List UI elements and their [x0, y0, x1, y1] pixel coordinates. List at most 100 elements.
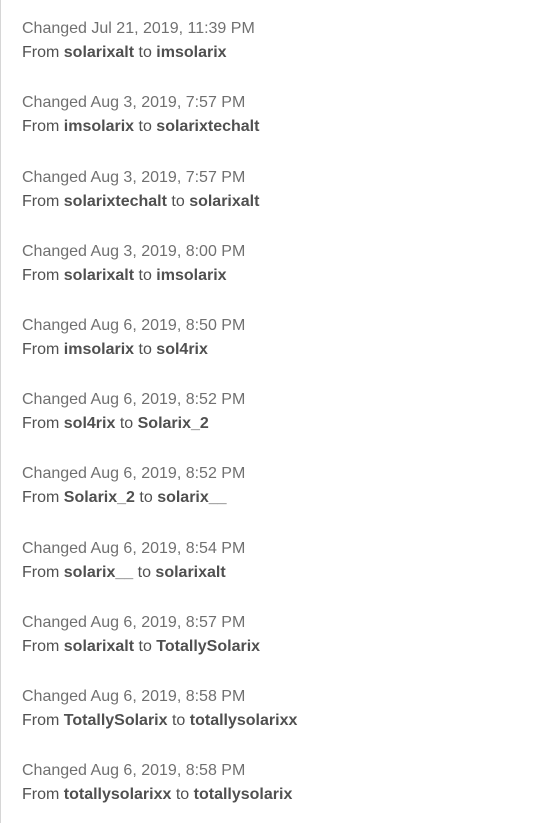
name-change-line: From totallysolarixx to totallysolarix — [22, 785, 542, 805]
change-timestamp: Aug 6, 2019, 8:52 PM — [90, 465, 246, 482]
name-change-line: From solarix__ to solarixalt — [22, 563, 542, 583]
history-entry: Changed Aug 6, 2019, 8:54 PM From solari… — [22, 539, 542, 583]
new-name: TotallySolarix — [156, 638, 261, 655]
history-entry: Changed Aug 3, 2019, 7:57 PM From imsola… — [22, 93, 542, 137]
changed-prefix: Changed — [22, 391, 87, 408]
name-change-line: From imsolarix to sol4rix — [22, 340, 542, 360]
old-name: solarixalt — [63, 44, 135, 61]
change-timestamp: Aug 6, 2019, 8:50 PM — [90, 317, 246, 334]
history-entry: Changed Aug 3, 2019, 8:00 PM From solari… — [22, 242, 542, 286]
changed-prefix: Changed — [22, 169, 87, 186]
change-timestamp: Aug 6, 2019, 8:52 PM — [90, 391, 246, 408]
change-timestamp: Aug 3, 2019, 7:57 PM — [90, 94, 246, 111]
from-word: From — [22, 193, 60, 210]
name-change-line: From solarixalt to imsolarix — [22, 43, 542, 63]
name-change-line: From Solarix_2 to solarix__ — [22, 488, 542, 508]
from-word: From — [22, 712, 60, 729]
change-timestamp-line: Changed Aug 6, 2019, 8:52 PM — [22, 464, 542, 484]
changed-prefix: Changed — [22, 614, 87, 631]
old-name: totallysolarixx — [63, 786, 172, 803]
from-word: From — [22, 415, 60, 432]
old-name: solarixalt — [63, 267, 135, 284]
from-word: From — [22, 118, 60, 135]
from-word: From — [22, 786, 60, 803]
to-word: to — [175, 786, 190, 803]
changed-prefix: Changed — [22, 762, 87, 779]
name-change-line: From solarixalt to imsolarix — [22, 266, 542, 286]
name-change-line: From imsolarix to solarixtechalt — [22, 117, 542, 137]
change-timestamp: Aug 3, 2019, 8:00 PM — [90, 243, 246, 260]
from-word: From — [22, 638, 60, 655]
change-timestamp-line: Changed Aug 3, 2019, 7:57 PM — [22, 93, 542, 113]
from-word: From — [22, 564, 60, 581]
change-timestamp: Aug 6, 2019, 8:58 PM — [90, 688, 246, 705]
new-name: totallysolarixx — [189, 712, 298, 729]
new-name: sol4rix — [156, 341, 208, 358]
history-entry: Changed Aug 6, 2019, 8:58 PM From totall… — [22, 761, 542, 805]
new-name: solarixalt — [155, 564, 226, 581]
to-word: to — [119, 415, 134, 432]
history-entry: Changed Aug 6, 2019, 8:58 PM From Totall… — [22, 687, 542, 731]
name-change-line: From TotallySolarix to totallysolarixx — [22, 711, 542, 731]
name-history-panel: Changed Jul 21, 2019, 11:39 PM From sola… — [0, 0, 559, 823]
new-name: imsolarix — [156, 267, 227, 284]
old-name: sol4rix — [63, 415, 116, 432]
change-timestamp-line: Changed Aug 3, 2019, 8:00 PM — [22, 242, 542, 262]
to-word: to — [138, 341, 152, 358]
change-timestamp: Aug 6, 2019, 8:57 PM — [90, 614, 246, 631]
change-timestamp: Aug 6, 2019, 8:58 PM — [90, 762, 246, 779]
name-change-line: From solarixalt to TotallySolarix — [22, 637, 542, 657]
from-word: From — [22, 44, 60, 61]
history-entry: Changed Jul 21, 2019, 11:39 PM From sola… — [22, 19, 542, 63]
to-word: to — [138, 44, 152, 61]
name-change-line: From solarixtechalt to solarixalt — [22, 192, 542, 212]
history-entry: Changed Aug 6, 2019, 8:52 PM From sol4ri… — [22, 390, 542, 434]
history-entry: Changed Aug 3, 2019, 7:57 PM From solari… — [22, 168, 542, 212]
changed-prefix: Changed — [22, 688, 87, 705]
change-timestamp: Jul 21, 2019, 11:39 PM — [91, 20, 255, 37]
change-timestamp-line: Changed Aug 6, 2019, 8:50 PM — [22, 316, 542, 336]
change-timestamp-line: Changed Aug 6, 2019, 8:58 PM — [22, 687, 542, 707]
history-entry: Changed Aug 6, 2019, 8:52 PM From Solari… — [22, 464, 542, 508]
old-name: Solarix_2 — [63, 489, 135, 506]
from-word: From — [22, 489, 60, 506]
change-timestamp-line: Changed Aug 3, 2019, 7:57 PM — [22, 168, 542, 188]
old-name: solarixalt — [63, 638, 135, 655]
from-word: From — [22, 341, 60, 358]
to-word: to — [138, 118, 152, 135]
to-word: to — [171, 712, 186, 729]
new-name: imsolarix — [156, 44, 227, 61]
change-timestamp: Aug 6, 2019, 8:54 PM — [90, 540, 246, 557]
history-entry: Changed Aug 6, 2019, 8:50 PM From imsola… — [22, 316, 542, 360]
changed-prefix: Changed — [22, 20, 87, 37]
change-timestamp-line: Changed Aug 6, 2019, 8:57 PM — [22, 613, 542, 633]
new-name: solarixtechalt — [156, 118, 260, 135]
old-name: solarix__ — [63, 564, 134, 581]
to-word: to — [171, 193, 185, 210]
to-word: to — [138, 638, 152, 655]
from-word: From — [22, 267, 60, 284]
change-timestamp-line: Changed Aug 6, 2019, 8:58 PM — [22, 761, 542, 781]
new-name: totallysolarix — [193, 786, 293, 803]
to-word: to — [139, 489, 153, 506]
old-name: imsolarix — [63, 341, 135, 358]
new-name: Solarix_2 — [137, 415, 209, 432]
change-timestamp: Aug 3, 2019, 7:57 PM — [90, 169, 246, 186]
change-timestamp-line: Changed Aug 6, 2019, 8:54 PM — [22, 539, 542, 559]
changed-prefix: Changed — [22, 540, 87, 557]
old-name: imsolarix — [63, 118, 135, 135]
history-entry: Changed Aug 6, 2019, 8:57 PM From solari… — [22, 613, 542, 657]
change-timestamp-line: Changed Jul 21, 2019, 11:39 PM — [22, 19, 542, 39]
name-change-line: From sol4rix to Solarix_2 — [22, 414, 542, 434]
new-name: solarixalt — [189, 193, 260, 210]
old-name: TotallySolarix — [63, 712, 168, 729]
changed-prefix: Changed — [22, 94, 87, 111]
old-name: solarixtechalt — [63, 193, 167, 210]
change-timestamp-line: Changed Aug 6, 2019, 8:52 PM — [22, 390, 542, 410]
new-name: solarix__ — [157, 489, 227, 506]
changed-prefix: Changed — [22, 243, 87, 260]
changed-prefix: Changed — [22, 465, 87, 482]
changed-prefix: Changed — [22, 317, 87, 334]
to-word: to — [137, 564, 151, 581]
to-word: to — [138, 267, 152, 284]
